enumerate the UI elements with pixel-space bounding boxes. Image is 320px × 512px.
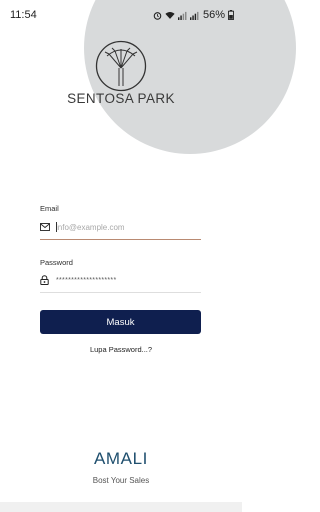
wifi-icon <box>165 11 175 19</box>
mail-icon <box>40 222 50 232</box>
email-underline <box>40 239 201 240</box>
footer-tagline: Bost Your Sales <box>92 476 150 485</box>
text-cursor <box>56 222 57 232</box>
login-button[interactable]: Masuk <box>40 310 201 334</box>
status-time: 11:54 <box>10 9 37 21</box>
tree-icon <box>95 40 147 92</box>
email-input[interactable] <box>56 222 196 232</box>
status-bar: 11:54 56% <box>0 0 242 30</box>
email-field-row <box>40 216 201 238</box>
status-icons: 56% <box>153 9 234 21</box>
navigation-bar <box>0 502 242 512</box>
brand-name: SENTOSA PARK <box>67 91 175 106</box>
password-label: Password <box>40 258 73 267</box>
signal-icon-2 <box>189 11 199 20</box>
password-field-row <box>40 269 201 291</box>
password-input[interactable] <box>56 276 196 284</box>
email-label: Email <box>40 204 59 213</box>
forgot-password-link[interactable]: Lupa Password...? <box>0 345 242 354</box>
battery-percent: 56% <box>202 9 225 21</box>
lock-icon <box>40 275 50 285</box>
footer-title: AMALI <box>93 449 149 468</box>
signal-icon <box>177 11 187 20</box>
battery-icon <box>228 10 234 20</box>
password-underline <box>40 292 201 293</box>
alarm-icon <box>153 11 162 20</box>
